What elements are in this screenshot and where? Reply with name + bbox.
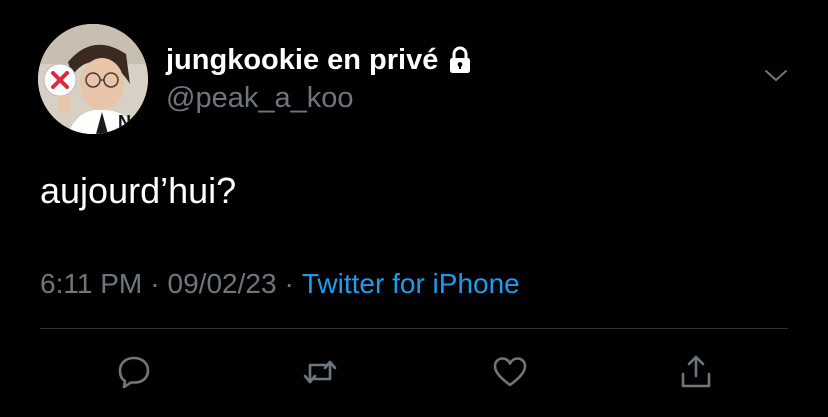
- share-icon: [681, 355, 711, 388]
- reply-button[interactable]: [110, 348, 158, 396]
- avatar[interactable]: N: [38, 24, 148, 134]
- avatar-logo-letter: N: [118, 112, 131, 132]
- meta-separator: ·: [150, 268, 160, 299]
- tweet-meta: 6:11 PM · 09/02/23 · Twitter for iPhone: [40, 268, 520, 300]
- display-name-row[interactable]: jungkookie en privé: [166, 40, 472, 80]
- chevron-down-icon: [765, 70, 787, 81]
- more-options-button[interactable]: [760, 64, 792, 88]
- action-bar: [0, 348, 828, 396]
- tweet-source-link[interactable]: Twitter for iPhone: [302, 268, 520, 300]
- retweet-button[interactable]: [296, 348, 344, 396]
- tweet-text: aujourd’hui?: [40, 170, 237, 211]
- meta-separator: ·: [284, 268, 294, 299]
- lock-icon: [448, 46, 472, 74]
- tweet-date[interactable]: 09/02/23: [168, 268, 277, 300]
- reply-icon: [118, 356, 150, 389]
- heart-icon: [493, 357, 527, 387]
- retweet-icon: [303, 360, 337, 384]
- avatar-photo: N: [38, 24, 148, 134]
- divider: [40, 328, 788, 329]
- user-handle[interactable]: @peak_a_koo: [166, 82, 353, 115]
- share-button[interactable]: [672, 348, 720, 396]
- tweet-detail: N jungkookie en privé @peak_a_koo aujour…: [0, 0, 828, 417]
- tweet-time[interactable]: 6:11 PM: [40, 268, 142, 300]
- like-button[interactable]: [486, 348, 534, 396]
- display-name[interactable]: jungkookie en privé: [166, 44, 438, 77]
